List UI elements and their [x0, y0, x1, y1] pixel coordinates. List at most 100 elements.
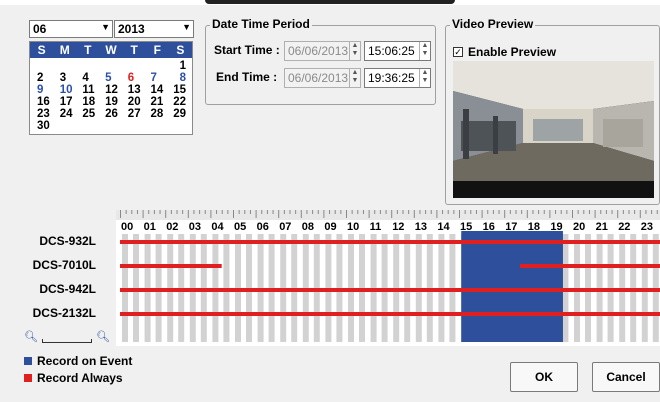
calendar-day[interactable]: 12 — [101, 84, 124, 96]
chevron-down-icon: ▼ — [182, 22, 191, 32]
zoom-out-icon[interactable]: 🔍︎ — [24, 330, 38, 343]
calendar-day[interactable]: 7 — [147, 72, 170, 84]
start-date-value: 06/06/2013 — [288, 44, 349, 58]
hour-label: 17 — [505, 221, 517, 233]
ruler-tick — [216, 210, 218, 214]
hour-label: 08 — [302, 221, 314, 233]
ok-button[interactable]: OK — [510, 362, 578, 392]
end-time-field[interactable]: 19:36:25 ▲ ▼ — [364, 68, 431, 88]
ruler-tick — [368, 210, 370, 218]
weekday-label: S — [176, 43, 185, 57]
calendar-day[interactable]: 13 — [124, 84, 147, 96]
record-always-segment — [520, 264, 660, 268]
ruler-tick — [521, 210, 523, 214]
calendar-day[interactable]: 16 — [33, 96, 56, 108]
calendar-day[interactable]: 1 — [169, 60, 192, 72]
ruler-tick — [148, 210, 150, 214]
calendar-day[interactable]: 25 — [78, 108, 101, 120]
zoom-slider[interactable] — [42, 339, 92, 343]
calendar-day[interactable]: 23 — [33, 108, 56, 120]
ruler-tick — [481, 210, 483, 218]
weekday-label: T — [130, 43, 138, 57]
calendar-empty — [147, 120, 170, 132]
month-select[interactable]: 06 ▼ — [29, 20, 113, 38]
ruler-tick — [639, 210, 641, 218]
calendar-day[interactable]: 3 — [56, 72, 79, 84]
calendar-day[interactable]: 17 — [56, 96, 79, 108]
ruler-tick — [617, 210, 619, 218]
calendar-day[interactable]: 14 — [147, 84, 170, 96]
calendar-day[interactable]: 29 — [169, 108, 192, 120]
spin-icon[interactable]: ▲ ▼ — [349, 69, 360, 87]
calendar-empty — [101, 60, 124, 72]
ruler-tick — [334, 210, 336, 214]
zoom-in-icon[interactable]: 🔍︎ — [96, 330, 110, 343]
ruler-tick — [628, 210, 630, 214]
event-swatch — [24, 357, 32, 365]
spin-icon[interactable]: ▲ ▼ — [419, 42, 430, 60]
calendar-day[interactable]: 27 — [124, 108, 147, 120]
ruler-tick — [210, 210, 212, 218]
ruler-tick — [447, 210, 449, 214]
calendar-day[interactable]: 24 — [56, 108, 79, 120]
calendar-day[interactable]: 26 — [101, 108, 124, 120]
calendar-day[interactable]: 28 — [147, 108, 170, 120]
calendar-day[interactable]: 11 — [78, 84, 101, 96]
calendar-empty — [169, 120, 192, 132]
calendar-empty — [56, 120, 79, 132]
ruler-tick — [374, 210, 376, 214]
legend-always: Record Always — [24, 371, 123, 385]
ruler-tick — [131, 210, 133, 214]
spin-icon[interactable]: ▲ ▼ — [419, 69, 430, 87]
ruler-tick — [419, 210, 421, 214]
ruler-tick — [153, 210, 155, 214]
enable-preview-checkbox[interactable]: ✓ Enable Preview — [453, 45, 556, 59]
spin-icon[interactable]: ▲ ▼ — [349, 42, 360, 60]
calendar-day[interactable]: 30 — [33, 120, 56, 132]
start-time-field[interactable]: 15:06:25 ▲ ▼ — [364, 41, 431, 61]
calendar-day[interactable]: 21 — [147, 96, 170, 108]
calendar-day[interactable]: 19 — [101, 96, 124, 108]
ruler-tick — [221, 210, 223, 214]
camera-label: DCS-932L — [39, 234, 96, 248]
ruler-tick — [594, 210, 596, 218]
ruler-tick — [605, 210, 607, 214]
calendar-day[interactable]: 20 — [124, 96, 147, 108]
ruler-tick — [396, 210, 398, 214]
start-date-field[interactable]: 06/06/2013 ▲ ▼ — [284, 41, 361, 61]
calendar-day[interactable]: 10 — [56, 84, 79, 96]
calendar-day[interactable]: 2 — [33, 72, 56, 84]
ruler-tick — [515, 210, 517, 214]
year-select[interactable]: 2013 ▼ — [114, 20, 194, 38]
recording-timeline[interactable]: 00 01 02 03 04 05 06 07 08 09 10 11 12 13 14 15 16 17 18 19… — [116, 210, 660, 346]
ruler-tick — [312, 210, 314, 214]
end-date-field[interactable]: 06/06/2013 ▲ ▼ — [284, 68, 361, 88]
ruler-tick — [566, 210, 568, 214]
calendar-day[interactable]: 15 — [169, 84, 192, 96]
timeline-chart[interactable]: 00 01 02 03 04 05 06 07 08 09 10 11 12 13 14 15 16 17 18 19… — [116, 210, 660, 346]
ruler-tick — [408, 210, 410, 214]
hour-label: 01 — [144, 221, 156, 233]
date-time-period-title: Date Time Period — [210, 17, 312, 31]
ruler-tick — [182, 210, 184, 214]
ruler-tick — [233, 210, 234, 218]
ruler-tick — [329, 210, 331, 214]
start-time-label: Start Time : — [214, 43, 280, 57]
year-value: 2013 — [118, 22, 145, 36]
ruler-tick — [244, 210, 246, 214]
weekday-label: T — [84, 43, 92, 57]
calendar-day[interactable]: 22 — [169, 96, 192, 108]
calendar-day[interactable]: 5 — [101, 72, 124, 84]
calendar-day[interactable]: 8 — [169, 72, 192, 84]
ruler-tick — [278, 210, 280, 218]
calendar-day[interactable]: 18 — [78, 96, 101, 108]
calendar-day[interactable]: 9 — [33, 84, 56, 96]
cancel-button[interactable]: Cancel — [592, 362, 660, 392]
hour-label: 02 — [166, 221, 178, 233]
record-always-segment — [120, 240, 660, 244]
ruler-tick — [622, 210, 624, 214]
calendar-day[interactable]: 6 — [124, 72, 147, 84]
ruler-tick — [199, 210, 201, 214]
calendar-empty — [124, 120, 147, 132]
calendar-day[interactable]: 4 — [78, 72, 101, 84]
